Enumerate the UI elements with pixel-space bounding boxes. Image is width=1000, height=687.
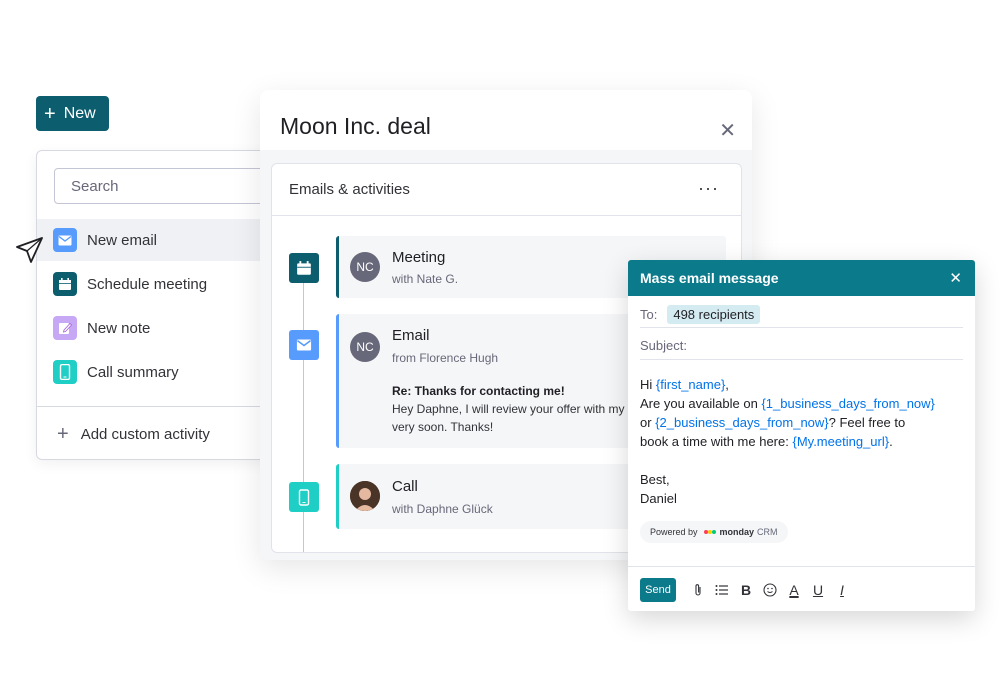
menu-item-label: Call summary [87,363,179,381]
powered-by-badge: Powered by monday CRM [640,521,788,543]
recipients-chip[interactable]: 498 recipients [667,305,761,324]
subject-field[interactable]: Subject: [640,332,963,360]
phone-icon [53,360,77,384]
menu-item-label: New note [87,319,151,337]
to-label: To: [640,307,658,322]
message-body[interactable]: Hi {first_name}, Are you available on {1… [640,375,970,508]
variable-meeting-url: {My.meeting_url} [792,434,890,449]
bold-icon[interactable]: B [734,578,758,602]
underline-icon[interactable]: U [806,578,830,602]
activity-menu: Search New email Schedule meeting New no… [36,150,284,460]
calendar-icon [289,253,319,283]
mass-email-header: Mass email message [628,260,975,296]
avatar: NC [350,332,380,362]
activity-subtitle: with Daphne Glück [392,502,493,516]
menu-item-label: Schedule meeting [87,275,208,293]
activity-subtitle: with Nate G. [392,272,459,286]
menu-divider [37,406,277,407]
brand-name: monday [719,527,755,537]
activity-title: Meeting [392,249,446,266]
deal-title: Moon Inc. deal [280,113,431,139]
send-button[interactable]: Send [640,578,676,602]
search-input[interactable]: Search [54,168,284,204]
close-icon[interactable]: ✕ [719,118,736,143]
avatar [350,481,380,511]
brand-suffix: CRM [757,527,778,537]
powered-by-text: Powered by [650,527,698,537]
mass-email-title: Mass email message [640,270,779,286]
toolbar-divider [628,566,975,567]
menu-item-call-summary[interactable]: Call summary [37,351,269,393]
message-text: book a time with me here: [640,434,789,449]
phone-icon [289,482,319,512]
add-custom-activity-button[interactable]: + Add custom activity [57,423,210,446]
message-text: or [640,415,652,430]
menu-item-new-note[interactable]: New note [37,307,269,349]
variable-day-1: {1_business_days_from_now} [761,396,935,411]
avatar: NC [350,252,380,282]
search-placeholder: Search [71,177,119,195]
message-text: ? Feel free to [828,415,906,430]
clear-format-icon[interactable]: I [830,578,854,602]
signoff: Best, [640,472,670,487]
message-text: Are you available on [640,396,758,411]
note-icon [53,316,77,340]
greeting: Hi [640,377,653,392]
to-field[interactable]: To: 498 recipients [640,302,963,328]
subject-label: Subject: [640,338,687,353]
panel-header: Emails & activities [272,164,741,216]
text-color-icon[interactable]: A [782,578,806,602]
activity-title: Call [392,478,418,495]
new-button[interactable]: + New [36,96,109,131]
panel-title: Emails & activities [289,181,410,198]
add-custom-label: Add custom activity [80,426,210,443]
email-icon [289,330,319,360]
calendar-icon [53,272,77,296]
cursor-icon [14,236,44,271]
plus-icon: + [44,102,56,125]
email-subject: Re: Thanks for contacting me! [392,384,565,398]
more-options-icon[interactable]: ··· [698,178,719,199]
activity-title: Email [392,327,430,344]
menu-item-label: New email [87,231,158,249]
menu-item-new-email[interactable]: New email [37,219,269,261]
variable-first-name: {first_name} [655,377,726,392]
emoji-icon[interactable] [758,578,782,602]
close-icon[interactable]: ✕ [949,269,962,287]
bullet-list-icon[interactable] [710,578,734,602]
plus-icon: + [57,423,69,445]
deal-header: Moon Inc. deal ✕ [260,90,752,150]
variable-day-2: {2_business_days_from_now} [655,415,829,430]
menu-item-schedule-meeting[interactable]: Schedule meeting [37,263,269,305]
activity-subtitle: from Florence Hugh [392,351,499,365]
mass-email-dialog: Mass email message ✕ To: 498 recipients … [628,260,975,611]
monday-logo-icon [703,527,716,537]
email-icon [53,228,77,252]
attachment-icon[interactable] [686,578,710,602]
new-button-label: New [63,104,96,122]
editor-toolbar: Send B A U I [640,578,854,602]
signature-name: Daniel [640,491,677,506]
